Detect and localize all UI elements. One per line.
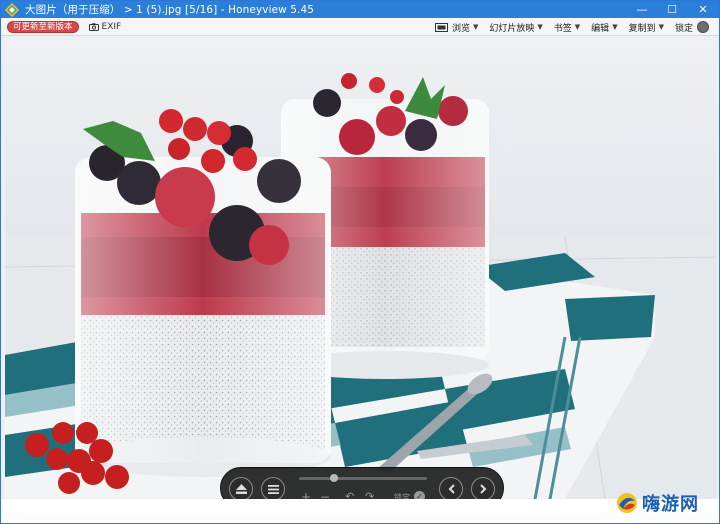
- menu-button[interactable]: [261, 477, 285, 501]
- image-viewport[interactable]: [5, 37, 717, 499]
- menu-bar: 浏览 ▼ 幻灯片放映 ▼ 书签 ▼ 编辑 ▼ 复制到 ▼ 锁定: [424, 18, 709, 36]
- menu-copy-to[interactable]: 复制到 ▼: [629, 21, 664, 34]
- lock-control[interactable]: 锁定: [675, 21, 709, 34]
- window-controls: — ☐ ✕: [627, 1, 719, 18]
- chevron-down-icon: ▼: [574, 23, 581, 31]
- lock-toggle-icon[interactable]: [697, 21, 709, 33]
- exif-label: EXIF: [101, 21, 122, 32]
- menu-browse-label: 浏览: [451, 23, 470, 34]
- chevron-down-icon: ▼: [658, 23, 664, 31]
- previous-button[interactable]: [439, 477, 463, 501]
- site-watermark: 嗨游网: [615, 489, 699, 517]
- menu-edit[interactable]: 编辑 ▼: [591, 21, 617, 34]
- menu-bookmark[interactable]: 书签 ▼: [554, 21, 580, 34]
- watermark-logo-icon: [617, 493, 637, 513]
- seek-thumb[interactable]: [329, 474, 338, 482]
- browse-icon: [434, 22, 448, 32]
- eject-button[interactable]: [229, 477, 253, 501]
- status-strip: [1, 499, 719, 523]
- camera-icon: [88, 22, 99, 31]
- update-available-button[interactable]: 可更新至新版本: [7, 20, 79, 33]
- next-button[interactable]: [471, 477, 495, 501]
- menu-copy-to-label: 复制到: [628, 23, 656, 34]
- chevron-left-icon: [448, 484, 455, 494]
- menu-edit-label: 编辑: [591, 23, 610, 34]
- maximize-button[interactable]: ☐: [657, 1, 687, 18]
- hamburger-icon: [267, 484, 279, 494]
- chevron-down-icon: ▼: [612, 23, 618, 31]
- menu-browse[interactable]: 浏览 ▼: [434, 21, 479, 34]
- window-title: 大图片（用于压缩） > 1 (5).jpg [5/16] - Honeyview…: [25, 4, 315, 16]
- exif-button[interactable]: EXIF: [88, 21, 122, 32]
- honeyview-app-icon[interactable]: [5, 2, 19, 17]
- toolbar: 可更新至新版本 EXIF 浏览 ▼ 幻灯片放映 ▼ 书签 ▼ 编辑 ▼ 复制到 …: [1, 18, 719, 36]
- seek-slider[interactable]: [299, 474, 427, 482]
- close-button[interactable]: ✕: [687, 1, 719, 18]
- app-window: 大图片（用于压缩） > 1 (5).jpg [5/16] - Honeyview…: [0, 0, 720, 524]
- lock-label: 锁定: [674, 23, 693, 34]
- minimize-button[interactable]: —: [627, 1, 657, 18]
- chevron-right-icon: [479, 484, 486, 494]
- chevron-down-icon: ▼: [537, 23, 543, 31]
- chevron-down-icon: ▼: [472, 23, 479, 31]
- photo-image: [5, 37, 717, 499]
- menu-slideshow-label: 幻灯片放映: [489, 23, 535, 34]
- menu-slideshow[interactable]: 幻灯片放映 ▼: [489, 21, 542, 34]
- watermark-text: 嗨游网: [642, 494, 699, 515]
- menu-bookmark-label: 书签: [553, 23, 572, 34]
- eject-icon: [235, 484, 247, 494]
- title-bar[interactable]: 大图片（用于压缩） > 1 (5).jpg [5/16] - Honeyview…: [1, 1, 719, 18]
